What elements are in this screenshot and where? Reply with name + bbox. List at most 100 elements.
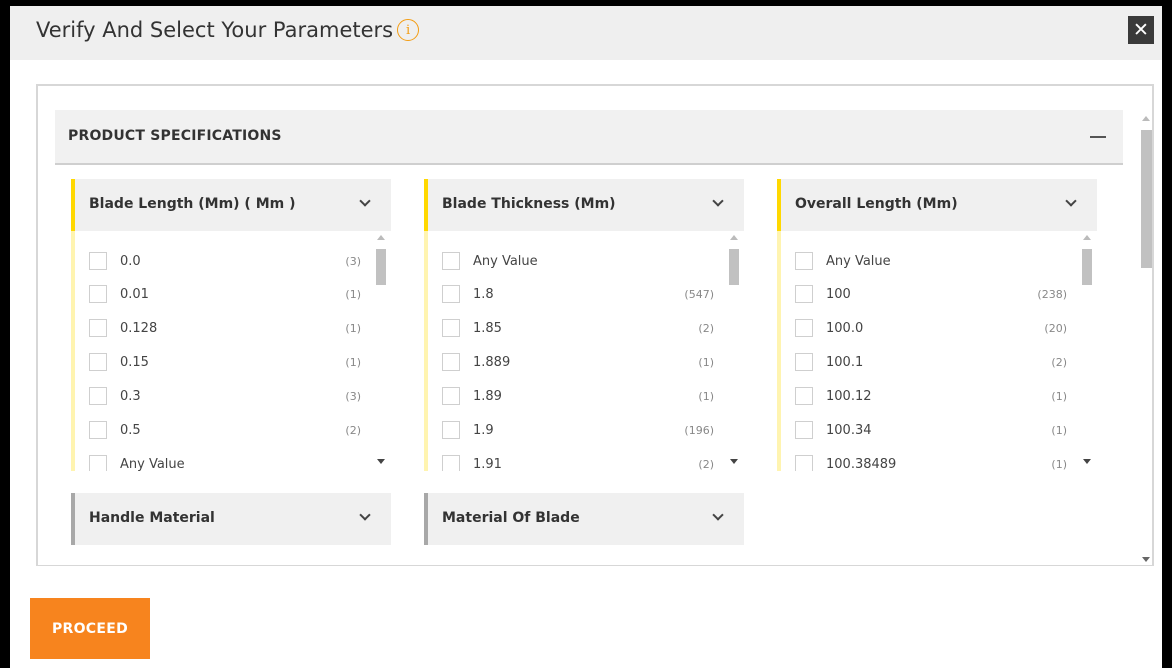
filter-option[interactable]: 0.01 (1) [89, 282, 369, 306]
filter-options-list: Any Value 1.8 (547) 1.85 (2) 1.889 (1) 1.89… [424, 231, 744, 471]
filter-option[interactable]: 0.15 (1) [89, 350, 369, 374]
filter-material-of-blade: Material Of Blade [424, 493, 744, 545]
scroll-up-arrow-icon[interactable] [377, 235, 385, 240]
minus-icon[interactable] [1090, 136, 1106, 138]
checkbox[interactable] [89, 319, 107, 337]
checkbox[interactable] [89, 387, 107, 405]
section-header[interactable]: PRODUCT SPECIFICATIONS [55, 110, 1123, 165]
options-scrollbar[interactable] [375, 231, 387, 471]
modal-header: Verify And Select Your Parameters i ✕ [10, 6, 1162, 60]
option-label: 100.12 [826, 388, 872, 404]
filter-title: Material Of Blade [442, 510, 580, 526]
filter-title: Handle Material [89, 510, 215, 526]
filter-option[interactable]: 100.12 (1) [795, 384, 1075, 408]
filter-option[interactable]: 0.5 (2) [89, 418, 369, 442]
info-icon[interactable]: i [397, 19, 420, 41]
checkbox[interactable] [442, 387, 460, 405]
option-count: (20) [1044, 321, 1067, 335]
chevron-down-icon[interactable] [359, 509, 371, 521]
option-count: (547) [684, 287, 714, 301]
checkbox[interactable] [795, 252, 813, 270]
option-label: 100.0 [826, 320, 864, 336]
filter-option[interactable]: Any Value [442, 249, 722, 273]
proceed-button[interactable]: PROCEED [30, 598, 150, 659]
parameters-modal: Verify And Select Your Parameters i ✕ PR… [10, 6, 1162, 668]
chevron-down-icon[interactable] [712, 509, 724, 521]
filter-option[interactable]: 100.1 (2) [795, 350, 1075, 374]
filter-option[interactable]: 1.89 (1) [442, 384, 722, 408]
option-count: (1) [698, 355, 714, 369]
checkbox[interactable] [795, 353, 813, 371]
filter-option[interactable]: 1.889 (1) [442, 350, 722, 374]
option-label: 0.128 [120, 320, 158, 336]
checkbox[interactable] [442, 285, 460, 303]
checkbox[interactable] [89, 455, 107, 471]
checkbox[interactable] [442, 421, 460, 439]
checkbox[interactable] [795, 319, 813, 337]
checkbox[interactable] [89, 285, 107, 303]
filter-header[interactable]: Blade Thickness (Mm) [424, 179, 744, 231]
filter-header[interactable]: Blade Length (Mm) ( Mm ) [71, 179, 391, 231]
filter-option[interactable]: Any Value [89, 452, 369, 471]
specifications-panel: PRODUCT SPECIFICATIONS Blade Length (Mm)… [36, 84, 1154, 566]
filter-option[interactable]: 100.38489 (1) [795, 452, 1075, 471]
filter-blade-length: Blade Length (Mm) ( Mm ) 0.0 (3) 0.01 (1) … [71, 179, 391, 471]
checkbox[interactable] [795, 421, 813, 439]
option-count: (1) [345, 287, 361, 301]
scroll-up-arrow-icon[interactable] [730, 235, 738, 240]
option-count: (1) [1051, 423, 1067, 437]
option-label: Any Value [473, 253, 538, 269]
checkbox[interactable] [795, 285, 813, 303]
checkbox[interactable] [795, 455, 813, 471]
scroll-up-arrow-icon[interactable] [1083, 235, 1091, 240]
chevron-down-icon[interactable] [712, 195, 724, 207]
filter-title: Overall Length (Mm) [795, 196, 958, 212]
scroll-thumb[interactable] [376, 249, 386, 285]
filter-option[interactable]: 0.3 (3) [89, 384, 369, 408]
scroll-thumb[interactable] [729, 249, 739, 285]
filter-option[interactable]: Any Value [795, 249, 1075, 273]
chevron-down-icon[interactable] [359, 195, 371, 207]
checkbox[interactable] [795, 387, 813, 405]
filter-header[interactable]: Handle Material [71, 493, 391, 545]
checkbox[interactable] [442, 455, 460, 471]
scroll-down-arrow-icon[interactable] [377, 459, 385, 464]
filter-option[interactable]: 1.8 (547) [442, 282, 722, 306]
filter-option[interactable]: 100.0 (20) [795, 316, 1075, 340]
filter-header[interactable]: Material Of Blade [424, 493, 744, 545]
scroll-thumb[interactable] [1082, 249, 1092, 285]
panel-scrollbar[interactable] [1139, 110, 1152, 565]
filter-option[interactable]: 0.128 (1) [89, 316, 369, 340]
options-scrollbar[interactable] [1081, 231, 1093, 471]
filter-header[interactable]: Overall Length (Mm) [777, 179, 1097, 231]
scroll-down-arrow-icon[interactable] [1083, 459, 1091, 464]
option-label: 1.889 [473, 354, 511, 370]
filter-option[interactable]: 100.34 (1) [795, 418, 1075, 442]
filter-option[interactable]: 1.91 (2) [442, 452, 722, 471]
option-count: (3) [345, 254, 361, 268]
checkbox[interactable] [442, 252, 460, 270]
filter-handle-material: Handle Material [71, 493, 391, 545]
filter-options-list: Any Value 100 (238) 100.0 (20) 100.1 (2) 10… [777, 231, 1097, 471]
options-scrollbar[interactable] [728, 231, 740, 471]
filter-option[interactable]: 1.85 (2) [442, 316, 722, 340]
checkbox[interactable] [89, 252, 107, 270]
checkbox[interactable] [442, 319, 460, 337]
modal-title: Verify And Select Your Parameters [36, 18, 394, 42]
scroll-thumb[interactable] [1141, 130, 1152, 268]
filter-option[interactable]: 0.0 (3) [89, 249, 369, 273]
option-label: Any Value [120, 456, 185, 472]
scroll-down-arrow-icon[interactable] [1142, 557, 1150, 562]
filter-option[interactable]: 100 (238) [795, 282, 1075, 306]
scroll-down-arrow-icon[interactable] [730, 459, 738, 464]
close-button[interactable]: ✕ [1128, 16, 1154, 44]
scroll-up-arrow-icon[interactable] [1142, 116, 1150, 121]
checkbox[interactable] [89, 421, 107, 439]
filter-title: Blade Thickness (Mm) [442, 196, 616, 212]
checkbox[interactable] [89, 353, 107, 371]
checkbox[interactable] [442, 353, 460, 371]
option-count: (1) [345, 355, 361, 369]
chevron-down-icon[interactable] [1065, 195, 1077, 207]
filter-blade-thickness: Blade Thickness (Mm) Any Value 1.8 (547) … [424, 179, 744, 471]
filter-option[interactable]: 1.9 (196) [442, 418, 722, 442]
